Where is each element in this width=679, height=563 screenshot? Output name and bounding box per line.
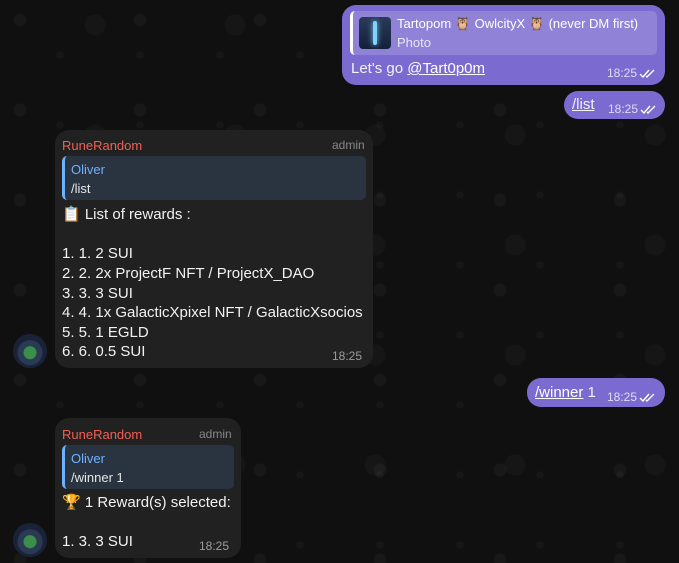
reply-preview[interactable]: Tartopom 🦉 OwlcityX 🦉 (never DM first) P… bbox=[350, 11, 657, 55]
reply-subtitle: Photo bbox=[397, 35, 431, 50]
admin-badge: admin bbox=[332, 138, 365, 152]
message-time: 18:25 bbox=[199, 539, 230, 553]
bot-avatar[interactable] bbox=[13, 334, 47, 368]
quoted-message[interactable]: Oliver /winner 1 bbox=[62, 445, 234, 489]
quoted-author: Oliver bbox=[71, 451, 105, 466]
reward-line: 5. 5. 1 EGLD bbox=[62, 324, 149, 341]
mention-link[interactable]: @Tart0p0m bbox=[407, 60, 485, 77]
quoted-message[interactable]: Oliver /list bbox=[62, 156, 366, 200]
message-time: 18:25 bbox=[607, 66, 638, 80]
reward-line: 1. 1. 2 SUI bbox=[62, 245, 133, 262]
command-link[interactable]: /list bbox=[572, 96, 595, 113]
quoted-text: /list bbox=[71, 181, 91, 196]
message-time: 18:25 bbox=[332, 349, 363, 363]
result-header: 🏆 1 Reward(s) selected: bbox=[62, 494, 231, 511]
double-check-icon bbox=[639, 393, 655, 403]
double-check-icon bbox=[640, 105, 656, 115]
incoming-message-selected[interactable]: RuneRandom admin Oliver /winner 1 🏆 1 Re… bbox=[55, 418, 241, 558]
reward-line: 4. 4. 1x GalacticXpixel NFT / GalacticXs… bbox=[62, 304, 363, 321]
quoted-text: /winner 1 bbox=[71, 470, 124, 485]
outgoing-message-list[interactable]: /list 18:25 bbox=[564, 91, 665, 119]
rewards-header: 📋 List of rewards : bbox=[62, 206, 191, 223]
reward-line: 2. 2. 2x ProjectF NFT / ProjectX_DAO bbox=[62, 265, 315, 282]
quoted-author: Oliver bbox=[71, 162, 105, 177]
incoming-message-rewards-list[interactable]: RuneRandom admin Oliver /list 📋 List of … bbox=[55, 130, 373, 368]
command-arg: 1 bbox=[583, 384, 596, 401]
command-link[interactable]: /winner bbox=[535, 384, 583, 401]
message-text: Let's go @Tart0p0m bbox=[351, 60, 485, 77]
outgoing-message-winner[interactable]: /winner 1 18:25 bbox=[527, 378, 665, 407]
outgoing-message-reply[interactable]: Tartopom 🦉 OwlcityX 🦉 (never DM first) P… bbox=[342, 5, 665, 85]
sender-name[interactable]: RuneRandom bbox=[62, 138, 142, 153]
message-time: 18:25 bbox=[608, 102, 639, 116]
message-time: 18:25 bbox=[607, 390, 638, 404]
sender-name[interactable]: RuneRandom bbox=[62, 427, 142, 442]
double-check-icon bbox=[639, 69, 655, 79]
reward-line: 3. 3. 3 SUI bbox=[62, 285, 133, 302]
message-text-prefix: Let's go bbox=[351, 60, 408, 77]
reply-title: Tartopom 🦉 OwlcityX 🦉 (never DM first) bbox=[397, 16, 639, 31]
admin-badge: admin bbox=[199, 427, 232, 441]
photo-thumbnail bbox=[359, 17, 391, 49]
bot-avatar[interactable] bbox=[13, 523, 47, 557]
reward-line: 6. 6. 0.5 SUI bbox=[62, 343, 146, 360]
message-text: /winner 1 bbox=[535, 384, 596, 401]
result-line: 1. 3. 3 SUI bbox=[62, 533, 133, 550]
